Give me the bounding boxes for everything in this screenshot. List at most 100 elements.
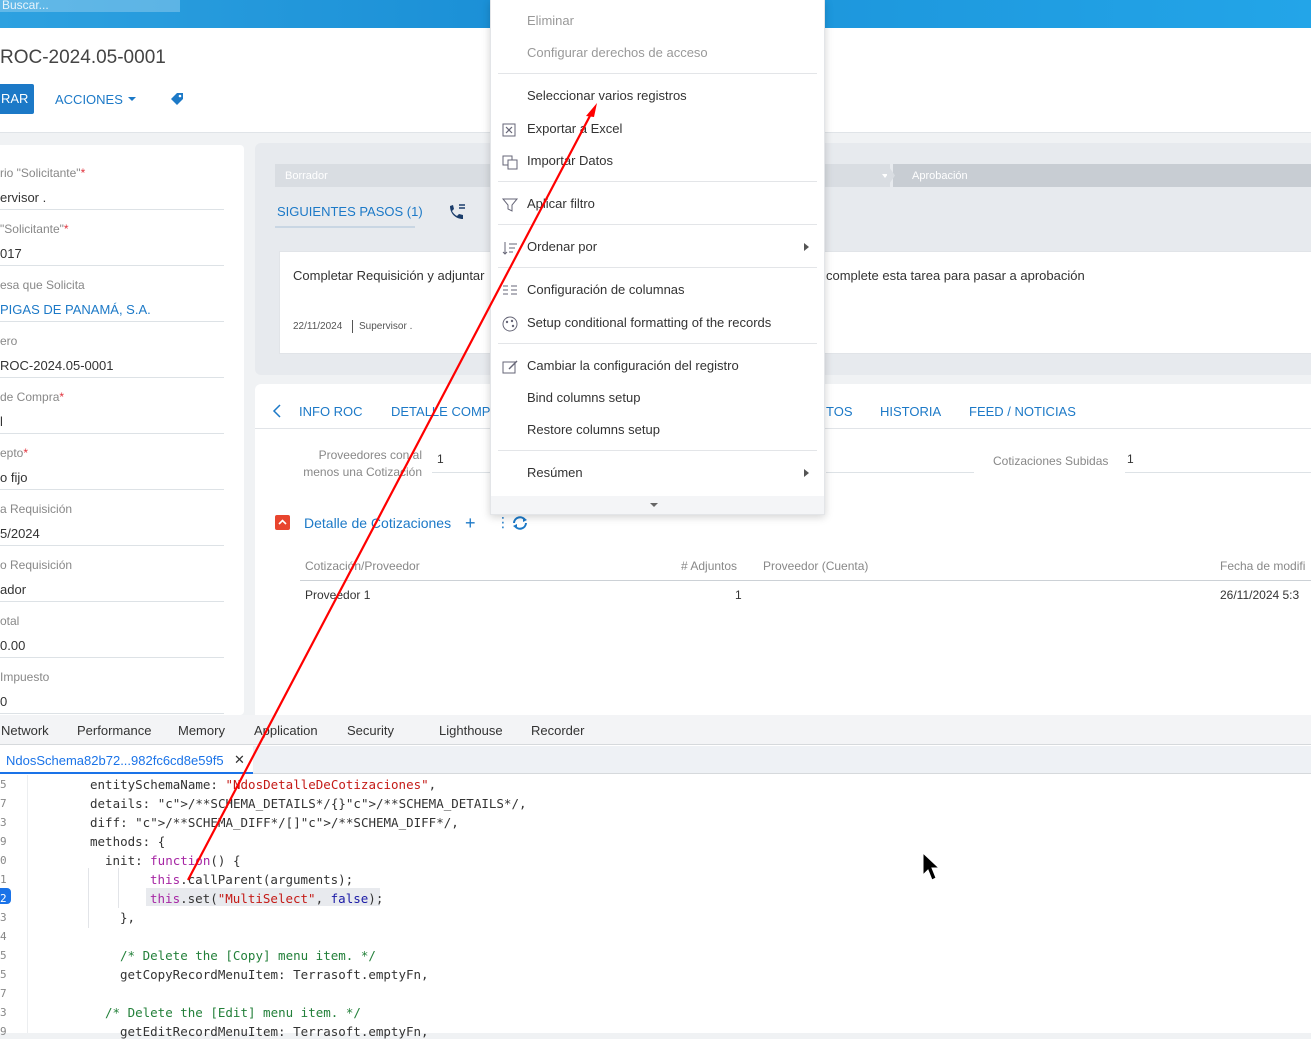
menu-item[interactable]: Ordenar por <box>527 239 597 254</box>
file-tab-name[interactable]: NdosSchema82b72...982fc6cd8e59f5 <box>6 753 224 768</box>
tab-documentos[interactable]: TOS <box>826 404 853 419</box>
column-header[interactable]: Fecha de modifi <box>1220 559 1305 573</box>
search-input[interactable]: Buscar... <box>0 0 180 12</box>
devtools-tab-application[interactable]: Application <box>254 723 318 738</box>
field-value[interactable]: l <box>0 414 224 434</box>
tab-detalle-compra[interactable]: DETALLE COMPR <box>391 404 500 419</box>
table-cell[interactable]: Proveedor 1 <box>305 588 370 602</box>
line-number[interactable]: 5 <box>0 778 7 791</box>
line-number[interactable]: 7 <box>0 987 7 1000</box>
field-label: Cotizaciones Subidas <box>993 454 1109 468</box>
code-line[interactable]: /* Delete the [Edit] menu item. */ <box>105 1005 361 1020</box>
line-number[interactable]: 3 <box>0 911 7 924</box>
line-number[interactable]: 4 <box>0 930 7 943</box>
menu-item[interactable]: Seleccionar varios registros <box>527 88 687 103</box>
menu-item[interactable]: Bind columns setup <box>527 390 640 405</box>
field-value[interactable]: ervisor . <box>0 190 224 210</box>
field-value[interactable]: 1 <box>1127 452 1134 466</box>
field-value[interactable]: ador <box>0 582 224 602</box>
tag-icon[interactable] <box>170 92 184 106</box>
line-number[interactable]: 5 <box>0 949 7 962</box>
field-label-text: Impuesto <box>0 670 50 684</box>
devtools-tab-lighthouse[interactable]: Lighthouse <box>439 723 503 738</box>
line-number[interactable]: 7 <box>0 797 7 810</box>
table-cell[interactable]: 26/11/2024 5:3 <box>1220 588 1299 602</box>
code-line[interactable]: init: function() { <box>105 853 240 868</box>
field-value[interactable]: 5/2024 <box>0 526 224 546</box>
line-number[interactable]: 9 <box>0 1025 7 1038</box>
line-number[interactable]: 3 <box>0 816 7 829</box>
close-icon[interactable]: ✕ <box>234 752 245 768</box>
column-header[interactable]: Proveedor (Cuenta) <box>763 559 868 573</box>
task-text[interactable]: Completar Requisición y adjuntar <box>293 268 484 283</box>
devtools-tab-performance[interactable]: Performance <box>77 723 151 738</box>
line-number[interactable]: 2 <box>0 892 7 905</box>
tab-historia[interactable]: HISTORIA <box>880 404 941 419</box>
tab-next-steps[interactable]: SIGUIENTES PASOS (1) <box>277 204 423 219</box>
add-icon[interactable]: + <box>465 513 476 534</box>
stage-arrow <box>887 164 895 187</box>
menu-item[interactable]: Restore columns setup <box>527 422 660 437</box>
menu-item[interactable]: Eliminar <box>527 13 574 28</box>
devtools-tab-network[interactable]: Network <box>1 723 49 738</box>
field-label-text: rio "Solicitante" <box>0 166 81 180</box>
devtools-tab-memory[interactable]: Memory <box>178 723 225 738</box>
tab-feed[interactable]: FEED / NOTICIAS <box>969 404 1076 419</box>
field-label: a Requisición <box>0 502 72 516</box>
line-number[interactable]: 9 <box>0 835 7 848</box>
field-value[interactable]: 0.00 <box>0 638 224 658</box>
table-cell[interactable]: 1 <box>735 588 742 602</box>
task-date: 22/11/2024 <box>293 321 343 332</box>
field-value[interactable]: 017 <box>0 246 224 266</box>
code-line[interactable]: /* Delete the [Copy] menu item. */ <box>120 948 376 963</box>
collapse-icon[interactable] <box>275 515 290 530</box>
chevron-down-icon[interactable] <box>128 97 136 101</box>
devtools-tab-recorder[interactable]: Recorder <box>531 723 584 738</box>
code-line[interactable]: this.callParent(arguments); <box>150 872 353 887</box>
code-line[interactable]: details: "c">/**SCHEMA_DETAILS*/{}"c">/*… <box>90 796 527 811</box>
field-value[interactable]: ROC-2024.05-0001 <box>0 358 224 378</box>
line-number[interactable]: 3 <box>0 1006 7 1019</box>
code-line[interactable]: entitySchemaName: "NdosDetalleDeCotizaci… <box>90 777 436 792</box>
column-header[interactable]: # Adjuntos <box>681 559 737 573</box>
phone-call-icon[interactable] <box>448 204 466 220</box>
menu-item[interactable]: Resúmen <box>527 465 583 480</box>
actions-button[interactable]: ACCIONES <box>55 92 123 107</box>
field-value[interactable]: PIGAS DE PANAMÁ, S.A. <box>0 302 224 322</box>
stage-approval[interactable]: Aprobación <box>912 170 968 182</box>
chevron-left-icon[interactable] <box>272 404 282 418</box>
save-button[interactable]: RAR <box>0 84 34 114</box>
columns-icon <box>503 285 517 295</box>
chevron-down-icon[interactable] <box>650 503 658 507</box>
line-number[interactable]: 0 <box>0 854 7 867</box>
code-line[interactable]: getCopyRecordMenuItem: Terrasoft.emptyFn… <box>120 967 429 982</box>
line-number[interactable]: 1 <box>0 873 7 886</box>
menu-item[interactable]: Configurar derechos de acceso <box>527 45 708 60</box>
menu-separator <box>498 343 817 344</box>
menu-item[interactable]: Setup conditional formatting of the reco… <box>527 315 771 330</box>
field-value[interactable]: o fijo <box>0 470 224 490</box>
stage-draft[interactable]: Borrador <box>285 170 328 182</box>
devtools-tab-security[interactable]: Security <box>347 723 394 738</box>
menu-item[interactable]: Aplicar filtro <box>527 196 595 211</box>
required-marker: * <box>23 446 29 460</box>
code-line[interactable]: this.set("MultiSelect", false); <box>150 891 383 906</box>
code-line[interactable]: diff: "c">/**SCHEMA_DIFF*/[]"c">/**SCHEM… <box>90 815 459 830</box>
line-number[interactable]: 5 <box>0 968 7 981</box>
field-value[interactable]: 0 <box>0 694 224 714</box>
code-line[interactable]: }, <box>120 910 135 925</box>
more-options-icon[interactable]: ⋮ <box>496 514 510 531</box>
field-label: Impuesto <box>0 670 49 684</box>
column-header[interactable]: Cotización/Proveedor <box>305 559 420 573</box>
menu-item[interactable]: Exportar a Excel <box>527 121 622 136</box>
menu-item[interactable]: Importar Datos <box>527 153 613 168</box>
menu-item[interactable]: Configuración de columnas <box>527 282 685 297</box>
menu-item[interactable]: Cambiar la configuración del registro <box>527 358 739 373</box>
refresh-icon[interactable] <box>511 515 529 531</box>
chevron-up-icon <box>278 519 287 525</box>
code-line[interactable]: getEditRecordMenuItem: Terrasoft.emptyFn… <box>120 1024 429 1039</box>
tab-info-roc[interactable]: INFO ROC <box>299 404 363 419</box>
code-line[interactable]: methods: { <box>90 834 165 849</box>
field-value[interactable]: 1 <box>437 452 444 466</box>
detail-title[interactable]: Detalle de Cotizaciones <box>304 515 451 531</box>
